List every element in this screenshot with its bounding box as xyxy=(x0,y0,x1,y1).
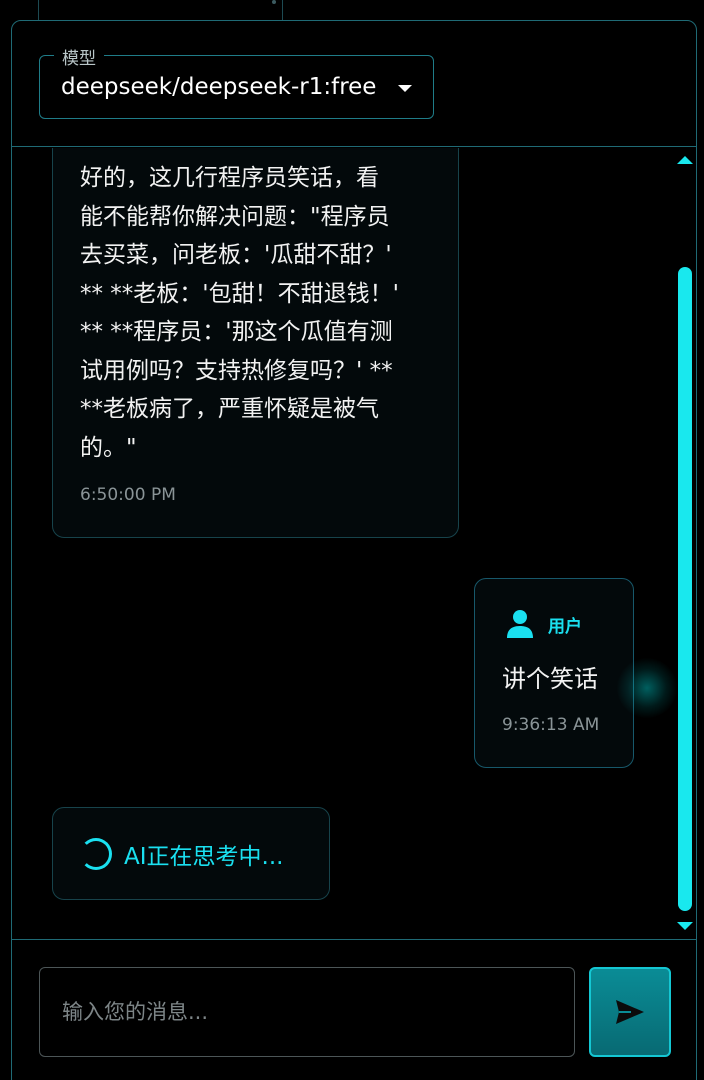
model-bar: 模型 deepseek/deepseek-r1:free xyxy=(12,21,696,147)
model-select[interactable]: 模型 deepseek/deepseek-r1:free xyxy=(39,44,434,119)
scroll-down-icon[interactable] xyxy=(677,922,693,930)
message-input[interactable] xyxy=(39,967,575,1057)
chat-panel: 模型 deepseek/deepseek-r1:free 好的，这几行程序员笑话… xyxy=(11,20,697,1080)
user-message-time: 9:36:13 AM xyxy=(502,715,600,735)
send-icon xyxy=(616,1000,644,1024)
chat-messages: 好的，这几行程序员笑话，看 能不能帮你解决问题："程序员 去买菜，问老板：'瓜甜… xyxy=(12,148,696,939)
top-handle-dot xyxy=(272,0,276,4)
ai-message-time: 6:50:00 PM xyxy=(80,485,176,505)
thinking-text: AI正在思考中... xyxy=(124,843,284,870)
model-select-label: 模型 xyxy=(54,44,104,69)
send-button[interactable] xyxy=(589,967,671,1057)
thinking-indicator: AI正在思考中... xyxy=(52,807,330,900)
user-icon xyxy=(507,610,533,638)
user-message-header: 用户 xyxy=(506,609,582,639)
ai-message-text: 好的，这几行程序员笑话，看 能不能帮你解决问题："程序员 去买菜，问老板：'瓜甜… xyxy=(80,165,399,461)
ai-message: 好的，这几行程序员笑话，看 能不能帮你解决问题："程序员 去买菜，问老板：'瓜甜… xyxy=(52,148,459,538)
chat-scrollbar[interactable] xyxy=(675,148,695,939)
input-bar xyxy=(12,939,696,1080)
spinner-icon xyxy=(80,837,112,870)
glow-effect xyxy=(617,658,677,718)
user-message: 用户 讲个笑话 9:36:13 AM xyxy=(474,578,634,768)
user-message-label: 用户 xyxy=(548,616,582,637)
scrollbar-thumb[interactable] xyxy=(678,267,692,911)
model-select-value: deepseek/deepseek-r1:free xyxy=(61,74,377,100)
user-message-text: 讲个笑话 xyxy=(502,665,598,693)
scroll-up-icon[interactable] xyxy=(677,156,693,164)
chevron-down-icon xyxy=(398,85,412,92)
